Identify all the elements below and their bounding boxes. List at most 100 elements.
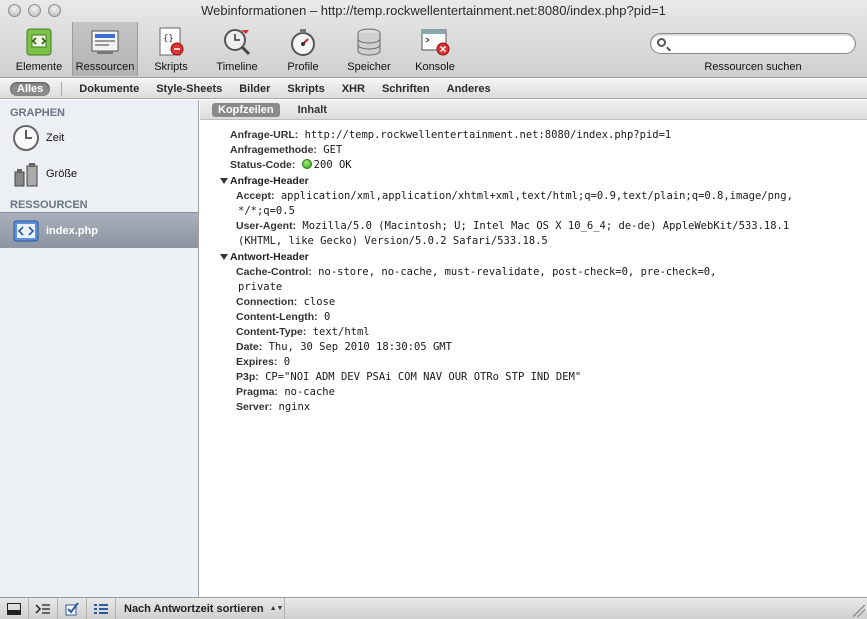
tool-label: Profile xyxy=(287,61,319,73)
header-key: Pragma: xyxy=(236,386,279,398)
sidebar-item-label: Zeit xyxy=(46,132,65,144)
filter-stylesheets[interactable]: Style-Sheets xyxy=(156,83,222,95)
request-method-row: Anfragemethode: GET xyxy=(200,143,867,158)
updown-arrows-icon: ▲▼ xyxy=(269,605,284,612)
header-row: Date: Thu, 30 Sep 2010 18:30:05 GMT xyxy=(200,340,867,355)
tool-label: Skripts xyxy=(154,61,188,73)
tool-storage[interactable]: Speicher xyxy=(336,22,402,76)
header-row: Pragma: no-cache xyxy=(200,385,867,400)
request-url-key: Anfrage-URL: xyxy=(230,129,299,141)
request-url-value: http://temp.rockwellentertainment.net:80… xyxy=(304,129,672,141)
header-key: Content-Length: xyxy=(236,311,318,323)
header-key: Content-Type: xyxy=(236,326,307,338)
tool-scripts[interactable]: {} Skripts xyxy=(138,22,204,76)
header-value: close xyxy=(303,296,336,308)
search-input[interactable] xyxy=(671,36,851,51)
tool-label: Timeline xyxy=(216,61,258,73)
filter-documents[interactable]: Dokumente xyxy=(79,83,139,95)
response-headers-section[interactable]: Antwort-Header xyxy=(200,249,867,265)
header-value-continued: private xyxy=(238,281,283,293)
filter-images[interactable]: Bilder xyxy=(239,83,270,95)
tool-label: Speicher xyxy=(347,61,391,73)
filter-xhr[interactable]: XHR xyxy=(342,83,365,95)
filter-fonts[interactable]: Schriften xyxy=(382,83,430,95)
header-row: Content-Length: 0 xyxy=(200,310,867,325)
sidebar: GRAPHEN Zeit Größe RESSOURCEN index.php xyxy=(0,100,199,597)
header-value: no-cache xyxy=(284,386,335,398)
toggle-large-rows-button[interactable] xyxy=(87,598,116,619)
dock-icon xyxy=(7,602,21,615)
header-value: nginx xyxy=(278,401,311,413)
tool-label: Ressourcen xyxy=(75,61,135,73)
tool-profiles[interactable]: Profile xyxy=(270,22,336,76)
request-url-row: Anfrage-URL: http://temp.rockwellenterta… xyxy=(200,128,867,143)
console-icon xyxy=(419,26,451,58)
sidebar-item-label: Größe xyxy=(46,168,78,180)
section-title: Anfrage-Header xyxy=(230,175,309,187)
svg-text:{}: {} xyxy=(163,34,174,44)
section-title: Antwort-Header xyxy=(230,251,309,263)
dock-toggle-button[interactable] xyxy=(0,598,29,619)
header-key: Accept: xyxy=(236,190,275,202)
console-toggle-button[interactable] xyxy=(29,598,58,619)
headers-view: Anfrage-URL: http://temp.rockwellenterta… xyxy=(200,120,867,415)
search-icon xyxy=(657,38,666,47)
resources-icon xyxy=(89,26,121,58)
header-key: Connection: xyxy=(236,296,298,308)
header-row: Expires: 0 xyxy=(200,355,867,370)
status-code-value: 200 OK xyxy=(313,159,352,171)
filter-scripts[interactable]: Skripts xyxy=(287,83,324,95)
header-value: 0 xyxy=(323,311,331,323)
tool-resources[interactable]: Ressourcen xyxy=(72,22,138,76)
header-value: text/html xyxy=(312,326,370,338)
header-row: Content-Type: text/html xyxy=(200,325,867,340)
tool-label: Konsole xyxy=(415,61,455,73)
sort-by-select[interactable]: Nach Antwortzeit sortieren ▲▼ xyxy=(116,598,285,619)
sidebar-item-size[interactable]: Größe xyxy=(0,156,198,192)
header-value-continued: */*;q=0.5 xyxy=(238,205,295,217)
header-row: Server: nginx xyxy=(200,400,867,415)
tool-elements[interactable]: Elemente xyxy=(6,22,72,76)
filter-other[interactable]: Anderes xyxy=(447,83,491,95)
tool-timeline[interactable]: Timeline xyxy=(204,22,270,76)
tab-headers[interactable]: Kopfzeilen xyxy=(212,102,280,117)
enable-resource-tracking-button[interactable] xyxy=(58,598,87,619)
timeline-icon xyxy=(221,26,253,58)
disclosure-triangle-icon xyxy=(220,254,228,260)
sidebar-item-time[interactable]: Zeit xyxy=(0,120,198,156)
status-bar: Nach Antwortzeit sortieren ▲▼ xyxy=(0,597,867,619)
header-row: User-Agent: Mozilla/5.0 (Macintosh; U; I… xyxy=(200,219,867,234)
sidebar-header-graphs: GRAPHEN xyxy=(10,107,66,119)
sidebar-header-resources: RESSOURCEN xyxy=(10,199,88,211)
resize-grip-icon[interactable] xyxy=(853,605,865,617)
header-key: Cache-Control: xyxy=(236,266,312,278)
list-icon xyxy=(94,603,108,614)
header-row: Connection: close xyxy=(200,295,867,310)
filter-separator xyxy=(61,81,63,96)
filter-all[interactable]: Alles xyxy=(10,81,51,96)
header-row: P3p: CP="NOI ADM DEV PSAi COM NAV OUR OT… xyxy=(200,370,867,385)
header-key: Expires: xyxy=(236,356,278,368)
header-value: Mozilla/5.0 (Macintosh; U; Intel Mac OS … xyxy=(302,220,790,232)
scripts-icon: {} xyxy=(155,26,187,58)
weights-icon xyxy=(12,160,40,188)
header-value: Thu, 30 Sep 2010 18:30:05 GMT xyxy=(268,341,452,353)
tool-console[interactable]: Konsole xyxy=(402,22,468,76)
window-title: Webinformationen – http://temp.rockwelle… xyxy=(201,3,666,18)
elements-icon xyxy=(23,26,55,58)
resource-filter-bar: Alles Dokumente Style-Sheets Bilder Skri… xyxy=(0,79,867,99)
window-titlebar: Webinformationen – http://temp.rockwelle… xyxy=(0,0,867,78)
search-label: Ressourcen suchen xyxy=(704,61,802,73)
tab-content[interactable]: Inhalt xyxy=(292,103,333,117)
header-value: CP="NOI ADM DEV PSAi COM NAV OUR OTRo ST… xyxy=(265,371,582,383)
tool-label: Elemente xyxy=(15,61,63,73)
resource-detail-pane: Kopfzeilen Inhalt Anfrage-URL: http://te… xyxy=(200,100,867,597)
disclosure-triangle-icon xyxy=(220,178,228,184)
document-icon xyxy=(12,217,40,245)
sidebar-item-index-php[interactable]: index.php xyxy=(0,212,198,248)
header-value: 0 xyxy=(283,356,291,368)
request-headers-section[interactable]: Anfrage-Header xyxy=(200,173,867,189)
header-key: Server: xyxy=(236,401,273,413)
sort-by-label: Nach Antwortzeit sortieren xyxy=(124,602,264,615)
resources-search-field[interactable] xyxy=(650,33,856,54)
